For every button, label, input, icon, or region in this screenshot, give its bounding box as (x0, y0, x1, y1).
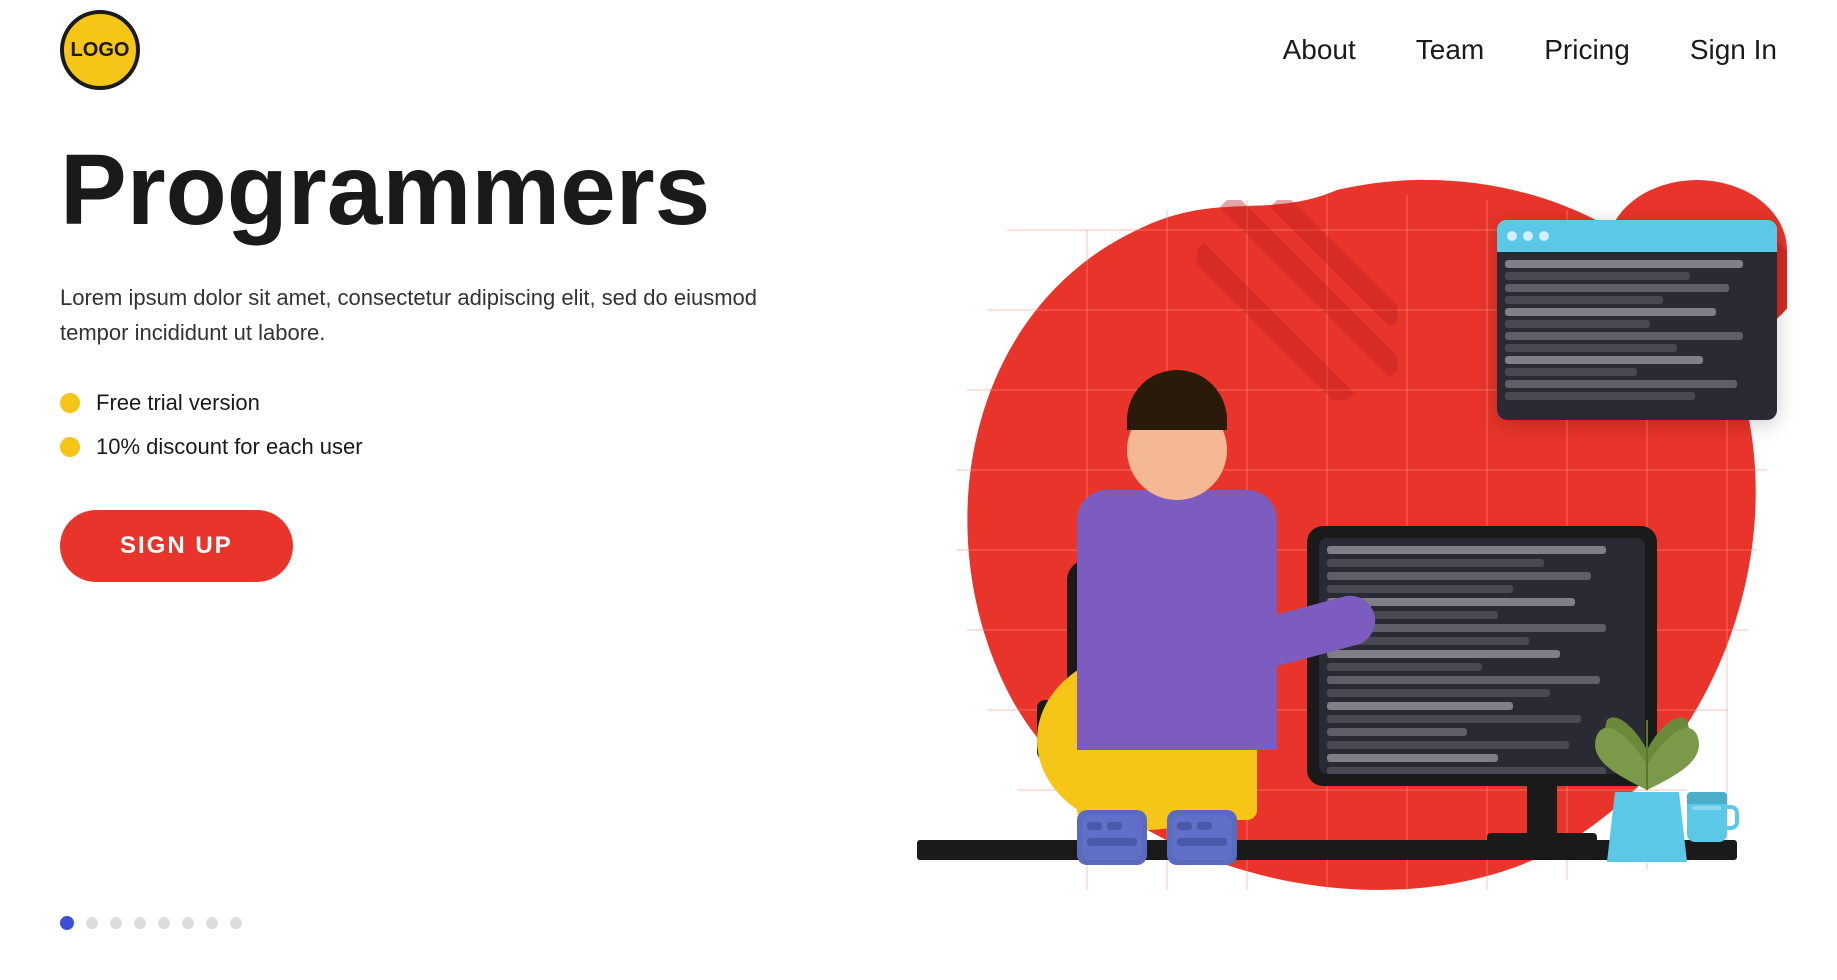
popup-window (1497, 220, 1777, 420)
plant-pot (1607, 792, 1687, 862)
bullet-icon-2 (60, 437, 80, 457)
person-legs (1077, 740, 1257, 820)
titlebar-dot-3 (1539, 231, 1549, 241)
hero-content: Programmers Lorem ipsum dolor sit amet, … (60, 140, 760, 582)
hero-title: Programmers (60, 140, 760, 240)
hero-description: Lorem ipsum dolor sit amet, consectetur … (60, 280, 760, 350)
robot-foot-left (1077, 810, 1147, 865)
popup-titlebar (1497, 220, 1777, 252)
pagination-dot-3[interactable] (110, 917, 122, 929)
header: LOGO About Team Pricing Sign In (0, 0, 1837, 100)
stripe-accent (1197, 200, 1397, 400)
titlebar-dot-2 (1523, 231, 1533, 241)
robot-foot-right (1167, 810, 1237, 865)
pagination-dot-4[interactable] (134, 917, 146, 929)
nav-pricing[interactable]: Pricing (1544, 34, 1630, 66)
nav: About Team Pricing Sign In (1283, 34, 1777, 66)
feature-item-2: 10% discount for each user (60, 434, 760, 460)
pagination-dot-6[interactable] (182, 917, 194, 929)
logo[interactable]: LOGO (60, 10, 140, 90)
nav-about[interactable]: About (1283, 34, 1356, 66)
pagination (60, 916, 242, 930)
pagination-dot-5[interactable] (158, 917, 170, 929)
pagination-dot-8[interactable] (230, 917, 242, 929)
plant-leaves (1577, 700, 1717, 800)
pagination-dot-1[interactable] (60, 916, 74, 930)
bullet-icon-1 (60, 393, 80, 413)
nav-team[interactable]: Team (1416, 34, 1484, 66)
pagination-dot-2[interactable] (86, 917, 98, 929)
feature-item-1: Free trial version (60, 390, 760, 416)
person-body (1077, 490, 1277, 750)
feature-list: Free trial version 10% discount for each… (60, 390, 760, 460)
pagination-dot-7[interactable] (206, 917, 218, 929)
titlebar-dot-1 (1507, 231, 1517, 241)
coffee-handle (1721, 805, 1739, 830)
illustration (837, 80, 1837, 960)
popup-content (1497, 252, 1777, 420)
nav-signin[interactable]: Sign In (1690, 34, 1777, 66)
signup-button[interactable]: SIGN UP (60, 510, 293, 582)
